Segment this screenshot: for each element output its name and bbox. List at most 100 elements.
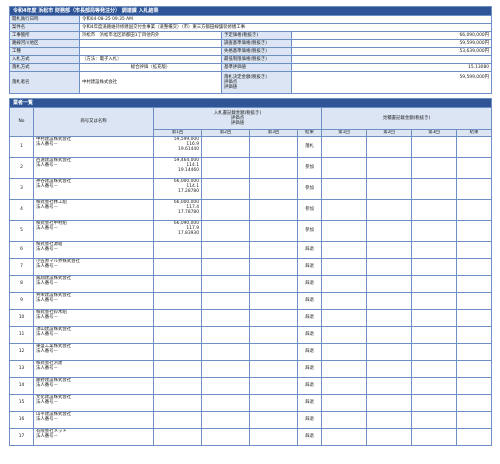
row-number: 16 [9,411,34,429]
neg-round-3 [411,136,457,158]
neg-result [455,258,493,276]
summary-label: 工種 [9,47,80,56]
neg-round-2 [366,275,412,293]
neg-result [455,136,493,158]
row-number: 1 [9,136,34,158]
row-number: 11 [9,326,34,344]
bid-result: 辞退 [297,275,322,293]
bid-round-3 [249,199,298,221]
bidder-corp-number: 法人番号－ [36,205,58,210]
bid-result: 辞退 [297,360,322,378]
col-bid-value-label: 評価値 [230,121,245,126]
bidder-corp-number: 法人番号－ [36,315,58,320]
bid-round-1 [153,241,202,259]
neg-round-1 [321,157,367,179]
summary-label: 開札執行日時 [9,15,80,24]
neg-round-3 [411,220,457,242]
neg-round-3 [411,394,457,412]
bidder-cell: 株式会社林工組 法人番号－ [33,199,154,221]
bid-round-2 [201,309,250,327]
bidder-corp-number: 法人番号－ [36,247,58,252]
bid-round-3 [249,360,298,378]
table-row: 9 共栄建設株式会社 法人番号－ 辞退 [9,292,493,310]
bid-value [156,439,199,444]
table-row: 1 中村建設株式会社 法人番号－ 59,599,000 116.9 19.61440 落札 [9,136,493,158]
table-row: 10 株式会社鈴木組 法人番号－ 辞退 [9,309,493,327]
bid-result: 参加 [297,220,322,242]
bid-result: 辞退 [297,241,322,259]
bid-round-3 [249,309,298,327]
summary-value: 令和04-08-25 09:35 AM [78,15,493,24]
summary-label: 路線河川地区 [9,39,80,48]
bid-round-3 [249,292,298,310]
summary-label-stack: 落札決定金額(税抜き) 評価点 評価値 [221,71,292,94]
bidder-cell: 神谷建設株式会社 法人番号－ [33,178,154,200]
neg-round-3 [411,428,457,446]
bidder-cell: 文化建設株式会社 法人番号－ [33,394,154,412]
neg-result [455,411,493,429]
col-round-1: 第1回 [153,129,202,137]
neg-round-3 [411,343,457,361]
summary-value-stack: 59,599,000円 [290,71,493,94]
neg-result [455,292,493,310]
summary-label: 落札方式 [9,63,80,72]
bid-round-3 [249,178,298,200]
bid-value: 17.28780 [178,189,199,194]
summary-label: 調査基準価格(税抜き) [221,39,292,48]
neg-round-1 [321,360,367,378]
bid-value [156,303,199,308]
bid-round-3 [249,275,298,293]
page: 令和4年度 浜松市 財務部（市長部局等発注分） 調達課 入札結果 開札執行日時 … [8,6,493,446]
bid-result: 参加 [297,199,322,221]
bid-round-2 [201,275,250,293]
table-row: 16 山平建設株式会社 法人番号－ 辞退 [9,411,493,429]
neg-round-1 [321,178,367,200]
neg-round-3 [411,199,457,221]
neg-round-3 [411,326,457,344]
summary-value: 中村建設株式会社 [79,71,222,94]
neg-result [455,309,493,327]
summary-value: 59,599,000円 [290,39,493,48]
neg-round-2 [366,241,412,259]
neg-round-3 [411,292,457,310]
bidder-corp-number: 法人番号－ [36,264,58,269]
neg-round-2 [366,136,412,158]
bid-round-1 [153,411,202,429]
bid-round-1 [153,360,202,378]
bid-round-3 [249,220,298,242]
neg-round-2 [366,411,412,429]
summary-table: 令和4年度 浜松市 財務部（市長部局等発注分） 調達課 入札結果 開札執行日時 … [8,6,493,94]
neg-round-2 [366,377,412,395]
neg-result [455,199,493,221]
neg-round-2 [366,178,412,200]
bidder-cell: 小笠原マル界株式会社 法人番号－ [33,258,154,276]
bid-round-1 [153,343,202,361]
bid-round-1 [153,326,202,344]
neg-round-2 [366,326,412,344]
table-row: 11 須山建設株式会社 法人番号－ 辞退 [9,326,493,344]
bidder-corp-number: 法人番号－ [36,163,58,168]
bid-result: 参加 [297,157,322,179]
bid-round-1: 59,599,000 116.9 19.61440 [153,136,202,158]
bid-round-2 [201,220,250,242]
neg-round-3 [411,360,457,378]
bid-round-1 [153,292,202,310]
bid-value [156,371,199,376]
table-row: 3 神谷建設株式会社 法人番号－ 66,000,000 114.1 17.28780 参加 [9,178,493,200]
table-row: 4 株式会社林工組 法人番号－ 66,000,000 117.4 17.78780 参加 [9,199,493,221]
neg-round-1 [321,309,367,327]
bid-round-2 [201,428,250,446]
summary-label: 基準評価値 [221,63,292,72]
table-row: 14 藤野建設株式会社 法人番号－ 辞退 [9,377,493,395]
bidder-cell: 西遠建設株式会社 法人番号－ [33,157,154,179]
neg-round-1 [321,275,367,293]
bid-round-3 [249,428,298,446]
bid-result: 辞退 [297,394,322,412]
col-neg-group-header: 見積書記載金額(税抜き) [320,107,493,130]
row-number: 15 [9,394,34,412]
bidder-corp-number: 法人番号－ [36,332,58,337]
bid-value: 19.14460 [178,168,199,173]
bid-round-3 [249,241,298,259]
table-row: 13 株式会社浜建 法人番号－ 辞退 [9,360,493,378]
row-number: 4 [9,199,34,221]
